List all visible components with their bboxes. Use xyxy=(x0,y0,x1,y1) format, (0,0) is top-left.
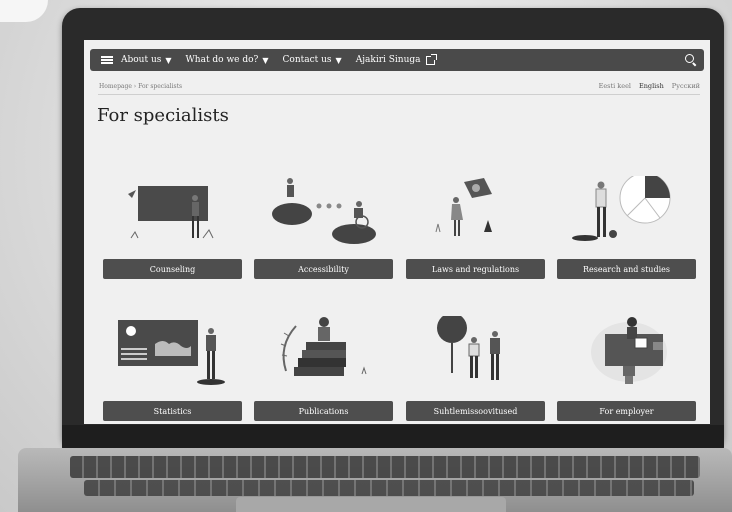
accessibility-button[interactable]: Accessibility xyxy=(254,259,393,279)
nav-label: Ajakiri Sinuga xyxy=(355,55,421,65)
card-accessibility[interactable]: Accessibility xyxy=(254,176,393,279)
nav-label: What do we do? xyxy=(185,55,259,65)
nav-label: About us xyxy=(121,55,162,65)
lang-russian[interactable]: Русский xyxy=(672,82,700,90)
card-research-and-studies[interactable]: Research and studies xyxy=(557,172,696,279)
page-title: For specialists xyxy=(97,105,229,126)
card-for-employer[interactable]: For employer xyxy=(557,316,696,421)
publications-illustration xyxy=(254,316,393,396)
trackpad xyxy=(236,497,506,512)
laws-illustration xyxy=(406,176,545,256)
caret-down-icon: ▼ xyxy=(262,55,269,65)
for-employer-button[interactable]: For employer xyxy=(557,401,696,421)
statistics-button[interactable]: Statistics xyxy=(103,401,242,421)
keyboard-row xyxy=(84,480,694,496)
counseling-illustration xyxy=(103,176,242,256)
nav-about-us[interactable]: About us ▼ xyxy=(121,55,172,65)
research-and-studies-button[interactable]: Research and studies xyxy=(557,259,696,279)
laptop-screen: About us ▼ What do we do? ▼ Contact us ▼… xyxy=(84,40,710,424)
external-link-icon xyxy=(425,53,437,65)
card-statistics[interactable]: Statistics xyxy=(103,316,242,421)
language-switcher: Eesti keel English Русский xyxy=(599,82,700,90)
caret-down-icon: ▼ xyxy=(335,55,342,65)
accessibility-illustration xyxy=(254,176,393,256)
keyboard xyxy=(70,456,700,478)
suhtlemissoovitused-button[interactable]: Suhtlemissoovitused xyxy=(406,401,545,421)
menu-icon[interactable] xyxy=(101,56,113,64)
card-counseling[interactable]: Counseling xyxy=(103,176,242,279)
breadcrumb[interactable]: Homepage › For specialists xyxy=(99,83,182,90)
publications-button[interactable]: Publications xyxy=(254,401,393,421)
search-icon[interactable] xyxy=(685,54,694,63)
nav-ajakiri-sinuga[interactable]: Ajakiri Sinuga xyxy=(355,53,437,65)
lang-english[interactable]: English xyxy=(639,82,664,90)
employer-illustration xyxy=(557,316,696,396)
corner-sticker xyxy=(0,0,48,22)
card-publications[interactable]: Publications xyxy=(254,316,393,421)
counseling-button[interactable]: Counseling xyxy=(103,259,242,279)
statistics-illustration xyxy=(103,316,242,396)
caret-down-icon: ▼ xyxy=(165,55,172,65)
communication-illustration xyxy=(406,313,545,396)
nav-label: Contact us xyxy=(282,55,332,65)
card-suhtlemissoovitused[interactable]: Suhtlemissoovitused xyxy=(406,313,545,421)
research-illustration xyxy=(557,172,696,256)
top-navbar: About us ▼ What do we do? ▼ Contact us ▼… xyxy=(90,49,704,71)
nav-contact-us[interactable]: Contact us ▼ xyxy=(283,55,342,65)
divider xyxy=(98,94,700,95)
card-laws-and-regulations[interactable]: Laws and regulations xyxy=(406,176,545,279)
laws-and-regulations-button[interactable]: Laws and regulations xyxy=(406,259,545,279)
lang-estonian[interactable]: Eesti keel xyxy=(599,82,631,90)
nav-what-do-we-do[interactable]: What do we do? ▼ xyxy=(186,55,269,65)
